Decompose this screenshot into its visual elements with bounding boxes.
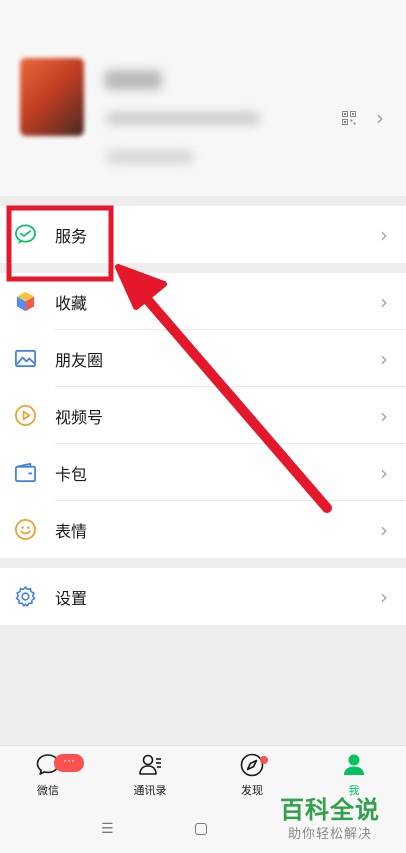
chevron-right-icon: › [376, 106, 384, 130]
watermark-logo: 百科全说 助你轻松解决 [278, 790, 398, 846]
menu-item-moments[interactable]: 朋友圈 › [0, 330, 406, 387]
main-group: 收藏 › 朋友圈 › 视频号 › 卡包 › 表情 › [0, 273, 406, 558]
chevron-right-icon: › [380, 289, 388, 314]
menu-item-label: 服务 [55, 226, 88, 246]
menu-item-label: 视频号 [55, 407, 104, 427]
chevron-right-icon: › [380, 346, 388, 371]
menu-item-label: 设置 [55, 588, 88, 608]
qr-code-icon[interactable] [342, 111, 356, 125]
menu-item-card-wallet[interactable]: 卡包 › [0, 444, 406, 501]
gear-icon [15, 586, 36, 607]
card-wallet-icon [15, 463, 36, 482]
tab-label: 通讯录 [133, 784, 167, 797]
avatar[interactable] [20, 58, 84, 136]
favorites-cube-icon [16, 291, 35, 312]
settings-group: 设置 › [0, 568, 406, 625]
contacts-icon [139, 754, 161, 775]
watermark-subtitle: 助你轻松解决 [288, 827, 373, 842]
blurred-nickname [104, 70, 162, 90]
tab-contacts[interactable]: 通讯录 [115, 752, 185, 798]
menu-item-service[interactable]: 服务 › [0, 206, 406, 263]
chevron-right-icon: › [380, 584, 388, 609]
menu-item-favorites[interactable]: 收藏 › [0, 273, 406, 330]
profile-header[interactable]: › [0, 0, 406, 196]
menu-item-stickers[interactable]: 表情 › [0, 501, 406, 558]
moments-photo-icon [15, 349, 36, 368]
chevron-right-icon: › [380, 460, 388, 485]
me-person-icon [344, 754, 364, 775]
new-moments-dot [260, 756, 268, 764]
menu-item-label: 表情 [55, 521, 88, 541]
menu-item-settings[interactable]: 设置 › [0, 568, 406, 625]
home-icon[interactable] [195, 823, 207, 835]
menu-item-label: 收藏 [55, 293, 88, 313]
blurred-status[interactable] [106, 150, 194, 164]
chevron-right-icon: › [380, 403, 388, 428]
channels-play-icon [15, 405, 36, 426]
chevron-right-icon: › [380, 517, 388, 542]
blurred-wechat-id [106, 112, 260, 125]
service-wallet-icon [15, 224, 36, 245]
tab-label: 发现 [241, 784, 263, 797]
chevron-right-icon: › [380, 222, 388, 247]
menu-item-label: 朋友圈 [55, 350, 104, 370]
menu-icon[interactable]: ☰ [101, 821, 114, 837]
unread-badge: ··· [54, 754, 84, 772]
sticker-smile-icon [15, 519, 36, 540]
watermark-title: 百科全说 [280, 796, 380, 824]
menu-item-channels[interactable]: 视频号 › [0, 387, 406, 444]
service-group: 服务 › [0, 206, 406, 263]
tab-label: 微信 [37, 784, 59, 797]
menu-item-label: 卡包 [55, 464, 88, 484]
tab-discover[interactable]: 发现 [217, 752, 287, 798]
